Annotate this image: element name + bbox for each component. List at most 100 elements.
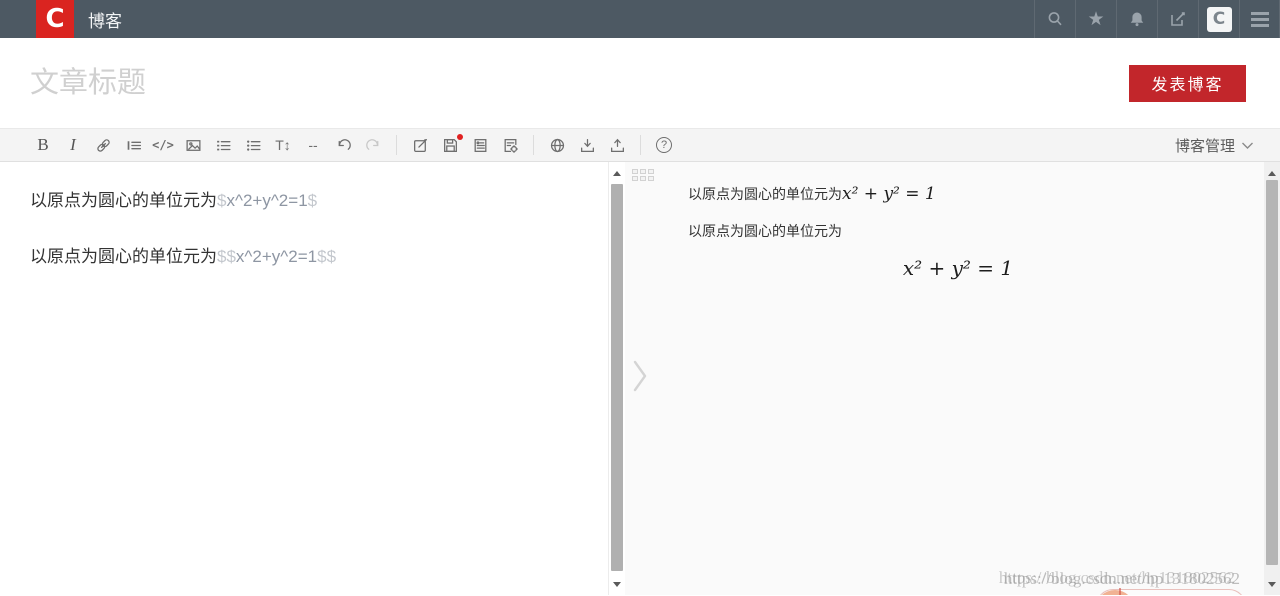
search-icon — [1048, 12, 1062, 26]
link-button[interactable] — [88, 132, 118, 158]
help-icon: ? — [656, 137, 672, 153]
code-button[interactable]: </> — [148, 132, 178, 158]
preview-document-button[interactable] — [465, 132, 495, 158]
source-line-text: 以原点为圆心的单位元为 — [30, 247, 217, 266]
user-avatar-button[interactable]: C — [1198, 0, 1239, 38]
image-icon — [185, 139, 201, 151]
collapse-preview-button[interactable] — [631, 358, 649, 399]
document-settings-button[interactable] — [495, 132, 525, 158]
csdn-blog-editor: C 博客 ★ C 文章标题 发表博客 B I </> T↕ -- ? 博客管理 … — [0, 0, 1280, 596]
download-icon — [580, 138, 594, 152]
avatar-letter: C — [1212, 9, 1226, 29]
blog-manage-dropdown[interactable]: 博客管理 — [1175, 135, 1254, 156]
pane-resize-handle[interactable] — [632, 169, 654, 181]
preview-paragraph-text: 以原点为圆心的单位元为 — [688, 186, 842, 202]
scroll-up-arrow[interactable] — [1264, 166, 1280, 180]
publish-web-button[interactable] — [542, 132, 572, 158]
ordered-list-icon — [216, 140, 231, 150]
ordered-list-button[interactable] — [208, 132, 238, 158]
redo-icon — [365, 138, 378, 150]
toolbar-separator — [640, 135, 641, 155]
document-settings-icon — [504, 138, 518, 153]
bell-icon — [1130, 12, 1144, 27]
edit-mode-button[interactable] — [405, 132, 435, 158]
menu-icon — [1250, 11, 1269, 27]
csdn-logo-letter: C — [45, 4, 65, 34]
math-delimiter: $$ — [217, 247, 236, 266]
undo-button[interactable] — [328, 132, 358, 158]
source-line-text: 以原点为圆心的单位元为 — [30, 191, 217, 210]
quote-icon — [127, 140, 141, 150]
help-button[interactable]: ? — [649, 132, 679, 158]
scroll-up-arrow[interactable] — [609, 166, 625, 180]
page-scrollbar[interactable] — [1264, 162, 1280, 595]
csdn-logo[interactable]: C — [36, 0, 74, 38]
editor-toolbar: B I </> T↕ -- ? 博客管理 — [0, 128, 1280, 162]
math-source: x^2+y^2=1 — [235, 247, 318, 266]
source-line[interactable]: 以原点为圆心的单位元为$x^2+y^2=1$ — [30, 189, 598, 213]
redo-button[interactable] — [358, 132, 388, 158]
heading-icon: T↕ — [275, 137, 291, 153]
link-icon — [96, 138, 110, 152]
inline-math: x² + y² = 1 — [842, 184, 936, 204]
toolbar-separator — [533, 135, 534, 155]
search-button[interactable] — [1034, 0, 1075, 38]
globe-icon — [550, 138, 564, 152]
source-line[interactable]: 以原点为圆心的单位元为$$x^2+y^2=1$$ — [30, 245, 598, 269]
chevron-right-icon — [633, 360, 647, 392]
code-icon: </> — [152, 138, 174, 152]
navbar: C 博客 ★ C — [0, 0, 1280, 38]
save-icon — [443, 138, 457, 152]
page-scrollbar-thumb[interactable] — [1266, 180, 1278, 565]
export-button[interactable] — [602, 132, 632, 158]
nav-brand-blog[interactable]: 博客 — [88, 0, 122, 38]
bold-icon: B — [37, 135, 49, 154]
horizontal-rule-icon: -- — [308, 137, 318, 153]
preview-paragraph: 以原点为圆心的单位元为 — [688, 221, 1228, 241]
unordered-list-button[interactable] — [238, 132, 268, 158]
scroll-down-arrow[interactable] — [609, 577, 625, 591]
math-source: x^2+y^2=1 — [226, 191, 308, 210]
title-bar: 发表博客 — [0, 38, 1280, 128]
preview-document-icon — [474, 138, 486, 152]
math-delimiter: $$ — [317, 247, 337, 266]
compose-icon — [1171, 12, 1185, 26]
favorites-button[interactable]: ★ — [1075, 0, 1116, 38]
undo-icon — [338, 138, 351, 150]
display-math: x² + y² = 1 — [902, 256, 1014, 280]
quote-button[interactable] — [118, 132, 148, 158]
avatar: C — [1206, 6, 1232, 32]
markdown-source-editor[interactable]: 以原点为圆心的单位元为$x^2+y^2=1$ 以原点为圆心的单位元为$$x^2+… — [0, 162, 608, 595]
chevron-down-icon — [1242, 142, 1253, 149]
unordered-list-icon — [246, 140, 261, 151]
editor-scrollbar[interactable] — [608, 162, 625, 595]
unsaved-indicator-dot — [457, 134, 463, 140]
heading-button[interactable]: T↕ — [268, 132, 298, 158]
bold-button[interactable]: B — [28, 132, 58, 158]
edit-mode-icon — [413, 138, 427, 152]
star-icon: ★ — [1087, 8, 1105, 30]
preview-paragraph: 以原点为圆心的单位元为x² + y² = 1 — [688, 184, 1228, 204]
editor-scrollbar-thumb[interactable] — [611, 184, 623, 571]
save-button[interactable] — [435, 132, 465, 158]
preview-content: 以原点为圆心的单位元为x² + y² = 1 以原点为圆心的单位元为 x² + … — [625, 162, 1264, 280]
article-title-input[interactable] — [30, 66, 1129, 100]
main-menu-button[interactable] — [1239, 0, 1280, 38]
horizontal-rule-button[interactable]: -- — [298, 132, 328, 158]
nav-icon-group: ★ C — [1034, 0, 1280, 38]
preview-paragraph-text: 以原点为圆心的单位元为 — [688, 223, 842, 239]
publish-blog-button[interactable]: 发表博客 — [1129, 64, 1246, 102]
blog-manage-label: 博客管理 — [1174, 137, 1235, 155]
toolbar-separator — [396, 135, 397, 155]
write-post-button[interactable] — [1157, 0, 1198, 38]
import-button[interactable] — [572, 132, 602, 158]
watermark-divider — [1119, 588, 1121, 595]
editor-workspace: 以原点为圆心的单位元为$x^2+y^2=1$ 以原点为圆心的单位元为$$x^2+… — [0, 162, 1280, 595]
math-delimiter: $ — [307, 191, 318, 210]
italic-button[interactable]: I — [58, 132, 88, 158]
notifications-button[interactable] — [1116, 0, 1157, 38]
upload-icon — [610, 138, 624, 152]
image-button[interactable] — [178, 132, 208, 158]
preview-pane: 以原点为圆心的单位元为x² + y² = 1 以原点为圆心的单位元为 x² + … — [625, 162, 1264, 595]
scroll-down-arrow[interactable] — [1264, 577, 1280, 591]
